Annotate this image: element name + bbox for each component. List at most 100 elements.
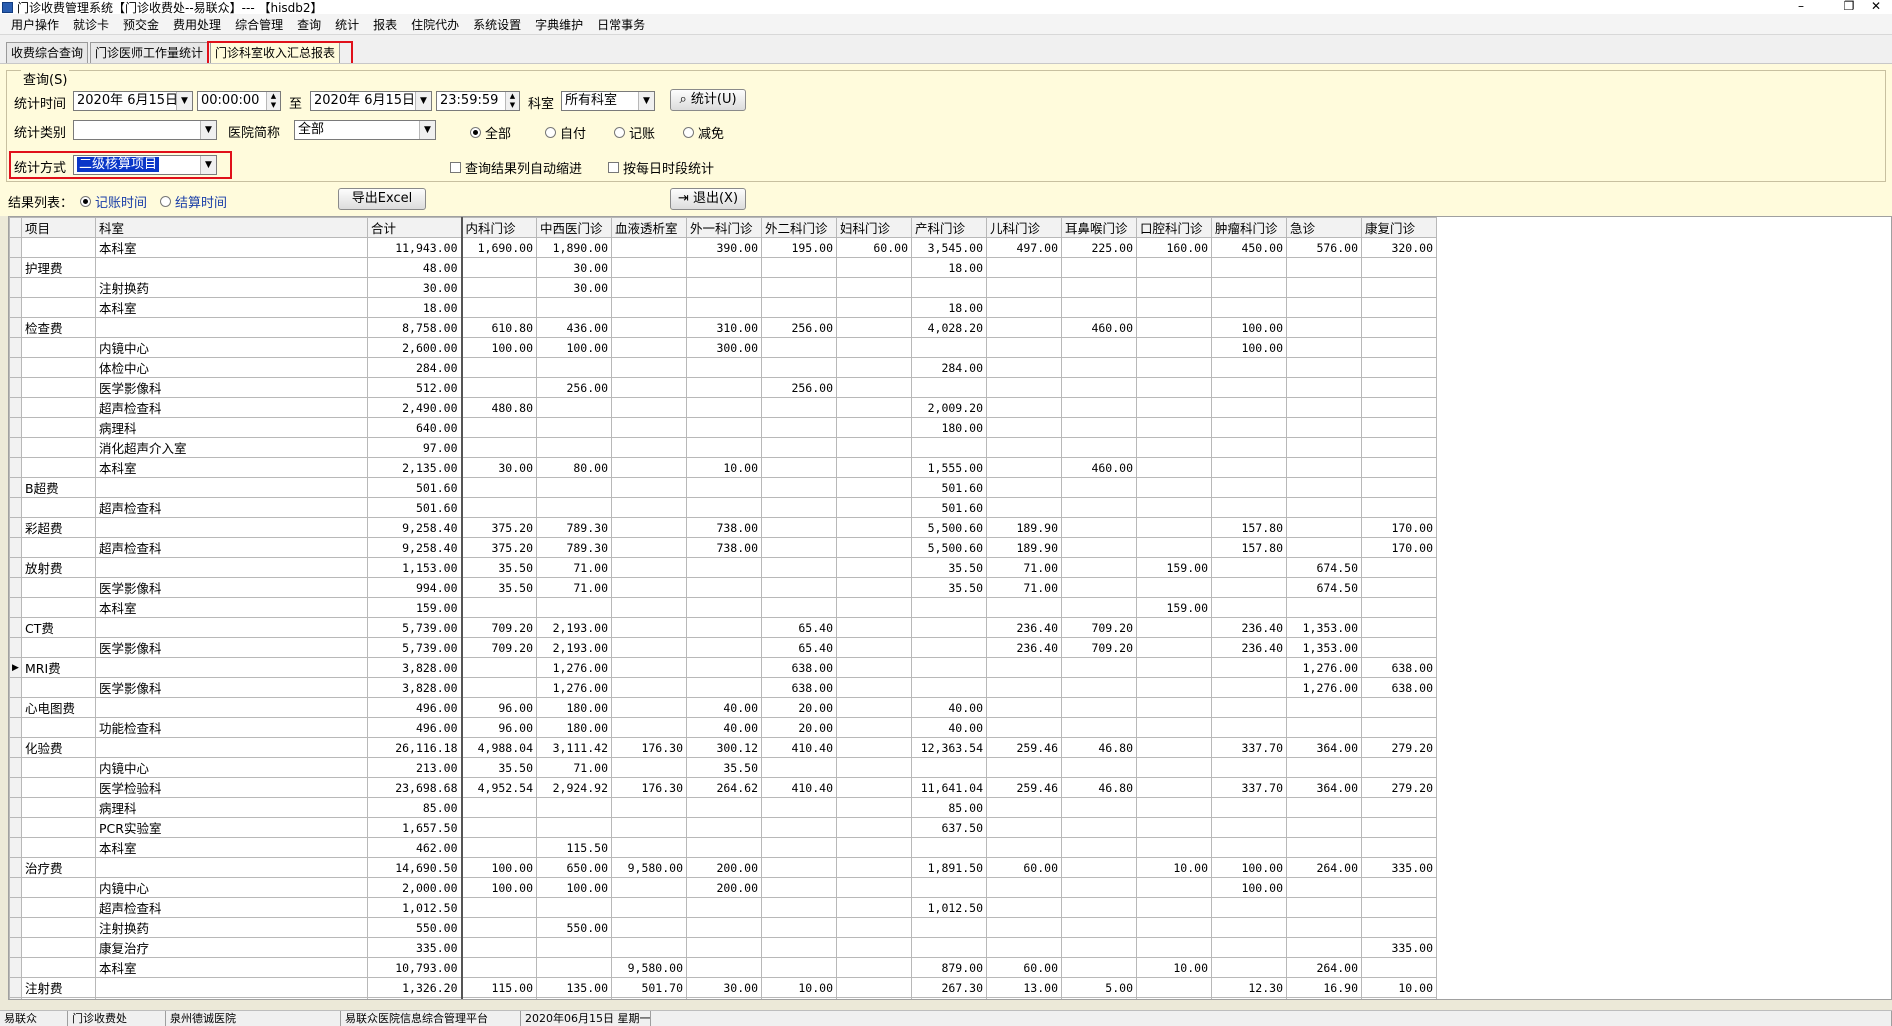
chevron-down-icon[interactable]: ▼: [200, 121, 216, 139]
menu-item[interactable]: 日常事务: [590, 16, 652, 33]
radio-icon[interactable]: [470, 127, 481, 138]
table-row[interactable]: 病理科 85.00 85.00: [9, 797, 1437, 818]
menu-item[interactable]: 综合管理: [228, 16, 290, 33]
radio-icon[interactable]: [80, 196, 91, 207]
column-header[interactable]: 康复门诊: [1361, 217, 1437, 238]
table-row[interactable]: 康复治疗 335.00 335.00: [9, 937, 1437, 958]
checkbox-icon[interactable]: [450, 162, 461, 173]
table-row[interactable]: 本科室462.00115.50346.50: [9, 837, 1437, 858]
menu-item[interactable]: 字典维护: [528, 16, 590, 33]
table-row[interactable]: 本科室 11,943.00 1,690.00 1,890.00 390.00 195.00…: [9, 237, 1437, 258]
date-to-picker[interactable]: 2020年 6月15日 ▼: [310, 91, 432, 111]
table-row[interactable]: 护理费 48.00 30.00 18.00: [9, 257, 1437, 278]
menu-item[interactable]: 查询: [290, 16, 328, 33]
column-header[interactable]: 合计: [367, 217, 463, 238]
menu-item[interactable]: 报表: [366, 16, 404, 33]
table-row[interactable]: 内镜中心213.0035.5071.0035.5071.00: [9, 757, 1437, 778]
pay-option-radio[interactable]: 记账: [614, 123, 655, 142]
table-row[interactable]: 内镜中心100.0015.005.0080.00: [9, 997, 1437, 999]
table-row[interactable]: 医学检验科 23,698.68 4,952.54 2,924.92 176.30 264.…: [9, 777, 1437, 798]
time-from-spinner[interactable]: 00:00:00 ▲ ▼: [197, 91, 281, 111]
result-grid[interactable]: 项目 科室 合计 内科门诊 中西医门诊 血液透析室 外一科门诊 外二科门诊 妇科门诊 产科门诊 儿科…: [8, 216, 1892, 1000]
column-header[interactable]: 项目: [21, 217, 96, 238]
column-header[interactable]: 产科门诊: [911, 217, 987, 238]
pay-option-radio[interactable]: 全部: [470, 123, 511, 142]
table-row[interactable]: 病理科640.00180.00460.00: [9, 417, 1437, 438]
radio-icon[interactable]: [614, 127, 625, 138]
tab-2[interactable]: 门诊科室收入汇总报表: [210, 42, 341, 63]
spin-arrows-icon[interactable]: ▲ ▼: [505, 92, 519, 110]
column-header[interactable]: 外二科门诊: [761, 217, 837, 238]
time-basis-radio[interactable]: 记账时间: [80, 192, 147, 211]
table-row[interactable]: 注射换药 30.00 30.00: [9, 277, 1437, 298]
table-row[interactable]: ▶ MRI费 3,828.00 1,276.00 638.00 1,276.00 638.0…: [9, 657, 1437, 678]
date-from-picker[interactable]: 2020年 6月15日 ▼: [73, 91, 193, 111]
table-row[interactable]: 本科室 159.00 159.00: [9, 597, 1437, 618]
column-header[interactable]: 妇科门诊: [836, 217, 912, 238]
table-row[interactable]: 功能检查科496.0096.00180.0040.0020.0040.00120…: [9, 717, 1437, 738]
hospital-select[interactable]: 全部 ▼: [294, 120, 436, 140]
table-row[interactable]: 内镜中心2,600.00100.00100.00300.00100.002,00…: [9, 337, 1437, 358]
dept-select[interactable]: 所有科室 ▼: [561, 91, 655, 111]
column-header[interactable]: 口腔科门诊: [1136, 217, 1212, 238]
table-row[interactable]: 检查费 8,758.00 610.80 436.00 310.00 256.00 4,028…: [9, 317, 1437, 338]
table-row[interactable]: 医学影像科 5,739.00 709.20 2,193.00 65.40 236.40 70…: [9, 637, 1437, 658]
column-header[interactable]: 耳鼻喉门诊: [1061, 217, 1137, 238]
table-row[interactable]: 化验费 26,116.18 4,988.04 3,111.42 176.30 300.12…: [9, 737, 1437, 758]
table-row[interactable]: 本科室 18.00 18.00: [9, 297, 1437, 318]
table-row[interactable]: 医学影像科 512.00 256.00 256.00: [9, 377, 1437, 398]
menu-item[interactable]: 系统设置: [466, 16, 528, 33]
minimize-button[interactable]: –: [1785, 0, 1817, 14]
table-row[interactable]: 超声检查科 2,490.00 480.80 2,009.20: [9, 397, 1437, 418]
table-row[interactable]: 内镜中心2,000.00100.00100.00200.00100.001,50…: [9, 877, 1437, 898]
pay-option-radio[interactable]: 减免: [683, 123, 724, 142]
checkbox-icon[interactable]: [608, 162, 619, 173]
tab-0[interactable]: 收费综合查询: [6, 42, 89, 63]
menu-item[interactable]: 用户操作: [4, 16, 66, 33]
chevron-down-icon[interactable]: ▼: [176, 92, 192, 110]
column-header[interactable]: 血液透析室: [611, 217, 687, 238]
chevron-down-icon[interactable]: ▼: [415, 92, 431, 110]
radio-icon[interactable]: [545, 127, 556, 138]
radio-icon[interactable]: [160, 196, 171, 207]
menu-item[interactable]: 费用处理: [166, 16, 228, 33]
option-checkbox[interactable]: 按每日时段统计: [608, 158, 714, 177]
table-row[interactable]: 注射换药 550.00 550.00: [9, 917, 1437, 938]
table-row[interactable]: 消化超声介入室97.0097.00: [9, 437, 1437, 458]
table-row[interactable]: 体检中心 284.00 284.00: [9, 357, 1437, 378]
table-row[interactable]: 放射费 1,153.00 35.50 71.00 35.50 71.00 159.00 674…: [9, 557, 1437, 578]
time-to-spinner[interactable]: 23:59:59 ▲ ▼: [436, 91, 520, 111]
stat-button[interactable]: ⌕ 统计(U): [670, 89, 746, 111]
table-row[interactable]: 医学影像科 3,828.00 1,276.00 638.00 1,276.00 638.0…: [9, 677, 1437, 698]
table-row[interactable]: PCR实验室1,657.50637.501,020.00: [9, 817, 1437, 838]
table-row[interactable]: 彩超费 9,258.40 375.20 789.30 738.00 5,500.60 189…: [9, 517, 1437, 538]
column-header[interactable]: 急诊: [1286, 217, 1362, 238]
column-header[interactable]: 儿科门诊: [986, 217, 1062, 238]
table-row[interactable]: 医学影像科994.0035.5071.0035.5071.00674.50106…: [9, 577, 1437, 598]
menu-item[interactable]: 住院代办: [404, 16, 466, 33]
time-basis-radio[interactable]: 结算时间: [160, 192, 227, 211]
table-row[interactable]: 治疗费 14,690.50 100.00 650.00 9,580.00 200.00 1,…: [9, 857, 1437, 878]
table-row[interactable]: 注射费 1,326.20 115.00 135.00 501.70 30.00 10.00 2…: [9, 977, 1437, 998]
export-excel-button[interactable]: 导出Excel: [338, 188, 426, 210]
close-button[interactable]: ✕: [1860, 0, 1892, 14]
category-select[interactable]: ▼: [73, 120, 217, 140]
column-header[interactable]: 中西医门诊: [536, 217, 612, 238]
chevron-down-icon[interactable]: ▼: [200, 156, 216, 174]
column-header[interactable]: 外一科门诊: [686, 217, 762, 238]
option-checkbox[interactable]: 查询结果列自动缩进: [450, 158, 582, 177]
radio-icon[interactable]: [683, 127, 694, 138]
table-row[interactable]: 超声检查科 501.60 501.60: [9, 497, 1437, 518]
table-row[interactable]: 本科室 10,793.00 9,580.00 879.00 60.00 10.00 264.…: [9, 957, 1437, 978]
menu-item[interactable]: 统计: [328, 16, 366, 33]
table-row[interactable]: CT费 5,739.00 709.20 2,193.00 65.40 236.40 709.…: [9, 617, 1437, 638]
exit-button[interactable]: ⇥ 退出(X): [670, 188, 746, 210]
column-header[interactable]: 肿瘤科门诊: [1211, 217, 1287, 238]
column-header[interactable]: 科室: [95, 217, 368, 238]
spin-arrows-icon[interactable]: ▲ ▼: [266, 92, 280, 110]
table-row[interactable]: 心电图费496.0096.00180.0040.0020.0040.00120.…: [9, 697, 1437, 718]
tab-1[interactable]: 门诊医师工作量统计: [90, 42, 209, 63]
menu-item[interactable]: 预交金: [116, 16, 166, 33]
mode-select[interactable]: 二级核算项目 ▼: [73, 155, 217, 175]
table-row[interactable]: 超声检查科 9,258.40 375.20 789.30 738.00 5,500.60 1…: [9, 537, 1437, 558]
